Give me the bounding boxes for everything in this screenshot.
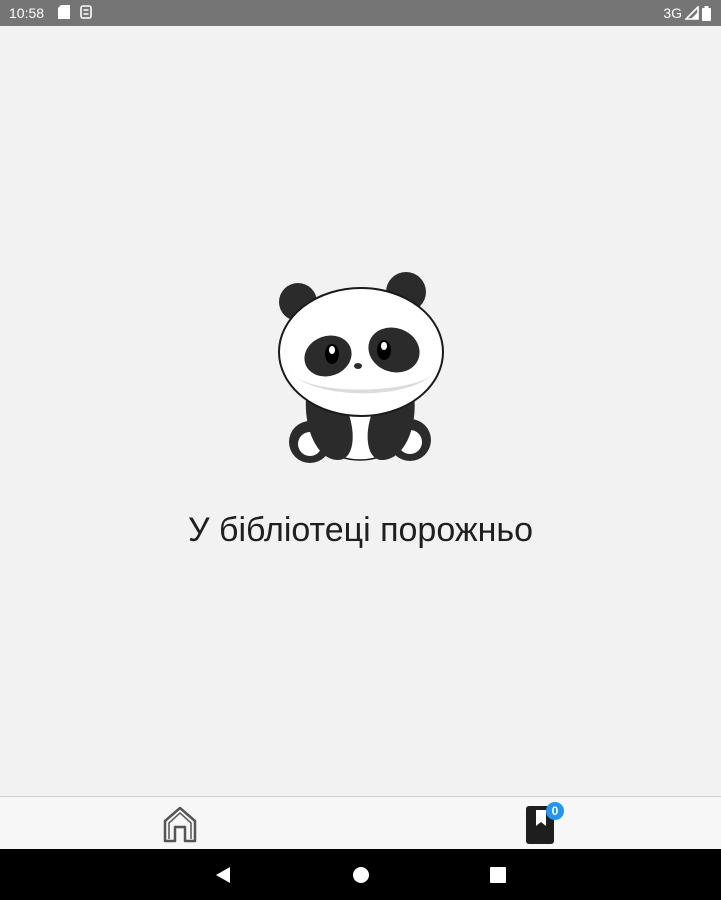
status-right: 3G: [663, 5, 711, 21]
library-count-badge: 0: [546, 802, 564, 820]
nav-library-button[interactable]: 0: [524, 802, 566, 844]
back-icon[interactable]: [212, 864, 234, 886]
network-type: 3G: [663, 5, 682, 21]
sd-card-icon: [58, 5, 70, 19]
sync-icon: [80, 5, 92, 19]
status-left-icons: [58, 5, 92, 19]
nav-home-button[interactable]: [161, 805, 199, 843]
battery-icon: [702, 5, 711, 21]
recents-icon[interactable]: [487, 864, 509, 886]
signal-icon: [685, 6, 699, 20]
home-icon: [161, 805, 199, 843]
home-circle-icon[interactable]: [350, 864, 372, 886]
status-bar: 10:58 3G: [0, 0, 721, 26]
library-empty-state: У бібліотеці порожньо: [0, 26, 721, 796]
status-time: 10:58: [9, 5, 45, 21]
bottom-navigation: 0: [0, 796, 721, 850]
empty-library-message: У бібліотеці порожньо: [187, 511, 534, 549]
system-navigation-bar: [0, 849, 721, 900]
panda-illustration: [276, 270, 446, 465]
